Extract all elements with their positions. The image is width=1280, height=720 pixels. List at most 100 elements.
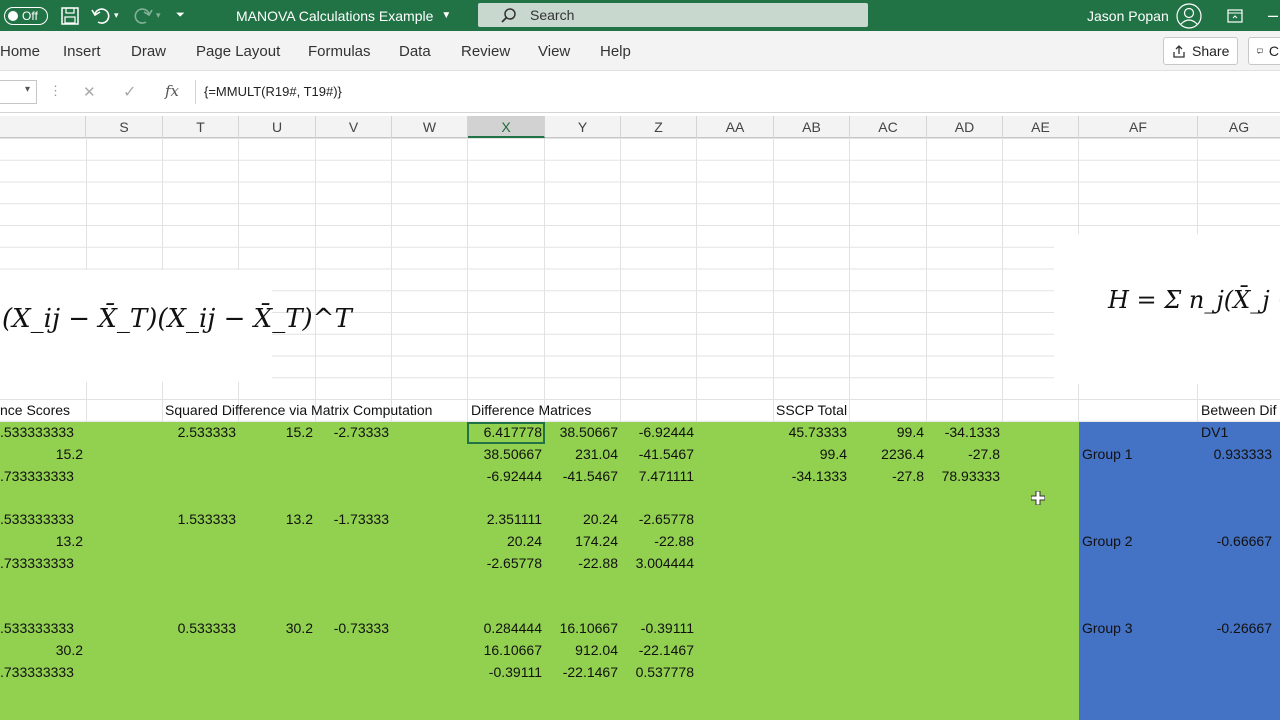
tab-draw[interactable]: Draw [131,43,166,60]
undo-dropdown-icon[interactable]: ▾ [114,10,119,21]
cell-r[interactable]: 15.2 [0,444,83,465]
column-header-ag[interactable]: AG [1198,116,1280,138]
avatar-icon[interactable] [1176,0,1202,31]
between-diff-header[interactable]: Between Dif [1201,400,1276,421]
column-header-v[interactable]: V [316,116,392,138]
cell-ac[interactable]: -27.8 [850,466,924,487]
cell-y[interactable]: 16.10667 [545,618,618,639]
cell-u[interactable]: 13.2 [239,509,313,530]
formula-input[interactable]: {=MMULT(R19#, T19#)} [195,80,1280,104]
cancel-icon[interactable]: ✕ [83,83,96,101]
column-header-ad[interactable]: AD [927,116,1003,138]
tab-help[interactable]: Help [600,43,631,60]
cell-y[interactable]: 912.04 [545,640,618,661]
cell-r[interactable]: 13.2 [0,531,83,552]
cell-r[interactable]: .533333333 [0,422,74,443]
share-button[interactable]: Share [1163,37,1239,65]
cell-z[interactable]: 3.004444 [621,553,694,574]
tab-home[interactable]: Home [0,43,40,60]
cell-r[interactable]: .533333333 [0,509,74,530]
group-label[interactable]: Group 2 [1082,531,1133,552]
customize-qat-icon[interactable]: ⏷ [176,0,185,31]
sscp-total-equation-image[interactable]: (X_ij − X̄_T)(X_ij − X̄_T)^T [0,270,352,382]
minimize-icon[interactable]: – [1268,0,1278,31]
cell-v[interactable]: -1.73333 [316,509,389,530]
column-header-t[interactable]: T [163,116,239,138]
insert-function-icon[interactable]: fx [165,82,179,100]
cell-x[interactable]: 0.284444 [468,618,542,639]
cell-y[interactable]: -41.5467 [545,466,618,487]
tab-data[interactable]: Data [399,43,431,60]
column-header-u[interactable]: U [239,116,316,138]
column-header-z[interactable]: Z [621,116,697,138]
cell-ab[interactable]: -34.1333 [774,466,847,487]
cell-ad[interactable]: 78.93333 [927,466,1000,487]
cell-y[interactable]: 38.50667 [545,422,618,443]
cell-y[interactable]: 174.24 [545,531,618,552]
cell-x[interactable]: 2.351111 [468,509,542,530]
cell-x[interactable]: -0.39111 [468,662,542,683]
cell-ac[interactable]: 99.4 [850,422,924,443]
column-header-s[interactable]: S [86,116,163,138]
cell-z[interactable]: -22.88 [621,531,694,552]
tab-review[interactable]: Review [461,43,510,60]
column-header-ac[interactable]: AC [850,116,927,138]
cell-x[interactable]: 38.50667 [468,444,542,465]
cell-ab[interactable]: 45.73333 [774,422,847,443]
cell-x[interactable]: -2.65778 [468,553,542,574]
name-box-dropdown-icon[interactable]: ▾ [25,84,30,95]
worksheet-grid[interactable]: (X_ij − X̄_T)(X_ij − X̄_T)^T H = Σ n_j(X… [0,138,1280,720]
cell-y[interactable]: -22.88 [545,553,618,574]
save-icon[interactable] [60,0,80,31]
cell-ac[interactable]: 2236.4 [850,444,924,465]
column-header-w[interactable]: W [392,116,468,138]
doc-title[interactable]: MANOVA Calculations Example ▼ [236,0,451,31]
cell-t[interactable]: 2.533333 [163,422,236,443]
cell-r[interactable]: .733333333 [0,553,74,574]
h-matrix-equation-image[interactable]: H = Σ n_j(X̄_j − [1054,234,1280,384]
cell-t[interactable]: 1.533333 [163,509,236,530]
cell-z[interactable]: 7.471111 [621,466,694,487]
cell-ad[interactable]: -27.8 [927,444,1000,465]
cell-y[interactable]: 231.04 [545,444,618,465]
cell-x[interactable]: 16.10667 [468,640,542,661]
comments-button[interactable]: C [1248,37,1280,65]
cell-z[interactable]: -41.5467 [621,444,694,465]
cell-z[interactable]: -6.92444 [621,422,694,443]
deviance-scores-header[interactable]: nce Scores [0,400,70,421]
ribbon-display-icon[interactable] [1227,0,1243,31]
column-header-y[interactable]: Y [545,116,621,138]
group-value[interactable]: 0.933333 [1198,444,1272,465]
column-header-x[interactable]: X [468,116,545,138]
cell-z[interactable]: -2.65778 [621,509,694,530]
column-header-af[interactable]: AF [1079,116,1198,138]
group-value[interactable]: -0.66667 [1198,531,1272,552]
name-box[interactable]: ▾ [0,80,37,104]
undo-icon[interactable]: ▾ [90,0,119,31]
cell-v[interactable]: -0.73333 [316,618,389,639]
cell-r[interactable]: .733333333 [0,662,74,683]
cell-u[interactable]: 30.2 [239,618,313,639]
squared-diff-header[interactable]: Squared Difference via Matrix Computatio… [165,400,432,421]
tab-view[interactable]: View [538,43,570,60]
cell-r[interactable]: .533333333 [0,618,74,639]
cell-z[interactable]: -0.39111 [621,618,694,639]
cell-z[interactable]: -22.1467 [621,640,694,661]
user-name[interactable]: Jason Popan [1087,0,1169,31]
column-header-aa[interactable]: AA [697,116,774,138]
autosave-toggle[interactable]: Off [4,0,48,31]
group-value[interactable]: -0.26667 [1198,618,1272,639]
diff-matrices-header[interactable]: Difference Matrices [471,400,591,421]
search-box[interactable]: Search [478,3,868,27]
cell-x[interactable]: 20.24 [468,531,542,552]
cell-y[interactable]: -22.1467 [545,662,618,683]
dv1-header[interactable]: DV1 [1201,422,1228,443]
cell-z[interactable]: 0.537778 [621,662,694,683]
cell-x[interactable]: -6.92444 [468,466,542,487]
cell-ad[interactable]: -34.1333 [927,422,1000,443]
cell-y[interactable]: 20.24 [545,509,618,530]
cell-r[interactable]: .733333333 [0,466,74,487]
cell-r[interactable]: 30.2 [0,640,83,661]
active-cell-selection[interactable] [467,422,545,444]
tab-insert[interactable]: Insert [63,43,101,60]
